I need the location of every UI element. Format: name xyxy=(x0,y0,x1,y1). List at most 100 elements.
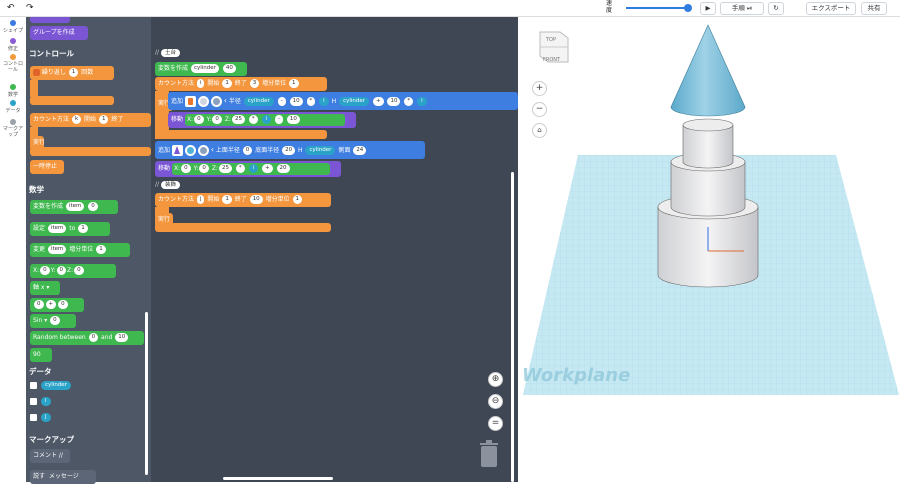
solid-toggle-icon[interactable] xyxy=(197,96,209,107)
set-var-name[interactable]: item xyxy=(47,224,67,233)
count-with-block-2[interactable]: カウント方法 j 開始 1 終了 10 増分単位 1 xyxy=(155,193,331,207)
create-group-block[interactable]: グループを作成 xyxy=(30,26,88,40)
export-button[interactable]: エクスポート xyxy=(806,2,856,15)
create-var-value[interactable]: 40 xyxy=(222,64,236,73)
set-variable-block[interactable]: 設定 item to 1 xyxy=(30,222,110,236)
comment-2[interactable]: // 装飾 xyxy=(155,181,180,189)
change-var-name[interactable]: item xyxy=(47,245,67,254)
arith-op[interactable]: + xyxy=(45,300,57,309)
radius-var[interactable]: cylinder xyxy=(243,97,274,106)
x-value[interactable]: 0 xyxy=(181,163,191,173)
share-button[interactable]: 共有 xyxy=(861,2,887,15)
arith-a[interactable]: 0 xyxy=(34,300,44,309)
move-block-2[interactable]: 移動 X: 0 Y: 0 Z: 25 * i + 20 xyxy=(155,161,341,177)
create-var-name[interactable]: item xyxy=(65,202,85,211)
count-step[interactable]: 1 xyxy=(292,195,303,204)
op1[interactable]: - xyxy=(277,97,286,106)
cylinder-shape-icon[interactable] xyxy=(184,96,196,107)
viewport-zoom-out-icon[interactable]: − xyxy=(532,102,547,117)
hole-toggle-icon[interactable] xyxy=(210,96,222,107)
count-end[interactable]: 3 xyxy=(249,79,260,88)
val[interactable]: 10 xyxy=(286,114,300,124)
create-variable-block[interactable]: 変数を作成 cylinder 40 xyxy=(155,62,247,76)
op2[interactable]: - xyxy=(275,114,283,124)
category-markup[interactable]: マークアップ xyxy=(1,119,25,138)
zoom-in-icon[interactable]: ⊕ xyxy=(488,372,503,387)
category-control[interactable]: コントロール xyxy=(1,54,25,73)
category-shapes[interactable]: シェイプ xyxy=(1,20,25,34)
i-var[interactable]: i xyxy=(248,163,259,173)
i-var[interactable]: i xyxy=(319,97,329,106)
op[interactable]: * xyxy=(248,114,258,124)
angle-block[interactable]: 90 xyxy=(30,348,52,362)
x-value[interactable]: 0 xyxy=(194,114,204,124)
checkbox[interactable] xyxy=(30,414,37,421)
workspace-hscrollbar[interactable] xyxy=(223,477,333,480)
count-with-block-1[interactable]: カウント方法 i 開始 1 終了 3 増分単位 1 xyxy=(155,77,327,91)
data-var-label[interactable]: j xyxy=(41,413,51,422)
count-with-block[interactable]: カウント方法 k 開始 1 終了 xyxy=(30,113,151,127)
val3[interactable]: 10 xyxy=(387,97,401,106)
i-var-2[interactable]: i xyxy=(417,97,427,106)
view-cube-top[interactable]: TOP xyxy=(546,37,556,43)
repeat-block[interactable]: 繰り返し 1 回数 xyxy=(30,66,114,80)
top-radius[interactable]: 0 xyxy=(242,146,253,155)
solid-toggle-icon[interactable] xyxy=(184,145,196,156)
zoom-out-icon[interactable]: ⊖ xyxy=(488,394,503,409)
op3[interactable]: + xyxy=(372,97,384,106)
val1[interactable]: 10 xyxy=(289,97,303,106)
redo-icon[interactable]: ↷ xyxy=(26,3,34,13)
op[interactable]: * xyxy=(235,163,245,173)
count-start[interactable]: 1 xyxy=(222,195,232,204)
y-value[interactable]: 0 xyxy=(56,266,67,275)
op2[interactable]: * xyxy=(306,97,316,106)
op4[interactable]: * xyxy=(404,97,414,106)
bottom-radius[interactable]: 20 xyxy=(282,146,296,155)
count-var[interactable]: i xyxy=(196,79,205,88)
add-cone-block[interactable]: 追加 ‹ 上面半径 0 底面半径 20 H cylinder 側面 24 xyxy=(155,141,425,159)
comment-1-text[interactable]: 土台 xyxy=(160,49,180,57)
hole-toggle-icon[interactable] xyxy=(197,145,209,156)
chevron-left-icon[interactable]: ‹ xyxy=(211,145,214,154)
repeat-count[interactable]: 1 xyxy=(68,68,79,77)
count-end[interactable]: 10 xyxy=(249,195,263,204)
flyout-scrollbar[interactable] xyxy=(145,312,148,475)
y-value[interactable]: 0 xyxy=(199,163,209,173)
count-start[interactable]: 1 xyxy=(222,79,232,88)
sin-block[interactable]: Sin ▾ 0 xyxy=(30,314,76,328)
viewport-zoom-in-icon[interactable]: + xyxy=(532,81,547,96)
data-var-i[interactable]: i xyxy=(30,397,52,406)
category-math[interactable]: 数学 xyxy=(1,84,25,98)
3d-viewport[interactable]: TOP FRONT + − ⌂ Workplane xyxy=(518,17,900,482)
checkbox[interactable] xyxy=(30,382,37,389)
i-var[interactable]: i xyxy=(261,114,272,124)
arith-b[interactable]: 0 xyxy=(58,300,68,309)
pause-block[interactable]: 一時停止 xyxy=(30,160,64,174)
count-start[interactable]: 1 xyxy=(98,115,109,124)
arithmetic-block[interactable]: 0 +0 xyxy=(30,298,84,312)
y-value[interactable]: 0 xyxy=(212,114,222,124)
undo-icon[interactable]: ↶ xyxy=(7,3,15,13)
view-cube-front[interactable]: FRONT xyxy=(543,57,560,63)
zoom-reset-icon[interactable]: = xyxy=(488,416,503,431)
create-var-value[interactable]: 0 xyxy=(88,202,98,211)
xyz-block[interactable]: X: 0 Y: 0 Z: 0 xyxy=(30,264,116,278)
z-value[interactable]: 0 xyxy=(74,266,84,275)
create-var-name[interactable]: cylinder xyxy=(190,64,219,73)
speed-slider[interactable] xyxy=(626,7,688,9)
sin-value[interactable]: 0 xyxy=(50,316,60,325)
move-block-1[interactable]: 移動 X: 0 Y: 0 Z: 25 * i - 10 xyxy=(168,112,356,128)
workspace-vscrollbar[interactable] xyxy=(511,172,514,482)
h-var[interactable]: cylinder xyxy=(339,97,370,106)
change-variable-block[interactable]: 変更 item 増分単位 1 xyxy=(30,243,130,257)
category-data[interactable]: データ xyxy=(1,100,25,114)
change-value[interactable]: 1 xyxy=(96,245,106,254)
op2[interactable]: + xyxy=(262,163,273,173)
comment-2-text[interactable]: 装飾 xyxy=(160,181,180,189)
step-button[interactable]: 手順 ⏯ xyxy=(720,2,764,15)
checkbox[interactable] xyxy=(30,398,37,405)
count-var[interactable]: k xyxy=(71,115,82,124)
flyout-block-partial[interactable] xyxy=(30,17,70,23)
data-var-label[interactable]: i xyxy=(41,397,51,406)
z-value[interactable]: 25 xyxy=(218,163,232,173)
